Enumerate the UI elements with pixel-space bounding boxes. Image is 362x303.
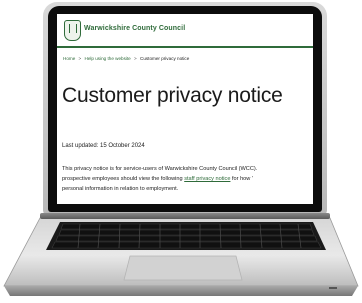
org-name[interactable]: Warwickshire County Council	[84, 25, 185, 32]
page-title: Customer privacy notice	[62, 84, 283, 107]
breadcrumb-current: Customer privacy notice	[140, 56, 190, 61]
front-edge	[4, 286, 358, 296]
intro-paragraph: This privacy notice is for service-users…	[62, 164, 313, 194]
breadcrumb-separator: >	[78, 56, 82, 61]
para-line-3: personal information in relation to empl…	[62, 186, 179, 192]
laptop-photo: Warwickshire County Council Home > Help …	[0, 0, 362, 303]
breadcrumb-help[interactable]: Help using the website	[85, 56, 131, 61]
para-line-2: prospective employees should view the fo…	[62, 174, 313, 184]
staff-privacy-notice-link[interactable]: staff privacy notice	[184, 176, 230, 182]
breadcrumb-home[interactable]: Home	[63, 56, 75, 61]
last-updated: Last updated: 15 October 2024	[62, 143, 145, 149]
para-line-2-start: prospective employees should view the fo…	[62, 176, 185, 182]
laptop-screen: Warwickshire County Council Home > Help …	[57, 14, 313, 204]
webpage: Warwickshire County Council Home > Help …	[57, 14, 313, 204]
breadcrumb: Home > Help using the website > Customer…	[63, 56, 189, 61]
para-line-1: This privacy notice is for service-users…	[62, 166, 258, 172]
laptop-hinge	[40, 213, 330, 219]
trackpad	[123, 255, 243, 281]
site-header: Warwickshire County Council	[57, 14, 313, 48]
indicator-light	[329, 287, 337, 289]
breadcrumb-separator: >	[134, 56, 137, 61]
para-line-2-end: for how '	[230, 176, 253, 182]
council-crest-icon[interactable]	[64, 20, 81, 41]
